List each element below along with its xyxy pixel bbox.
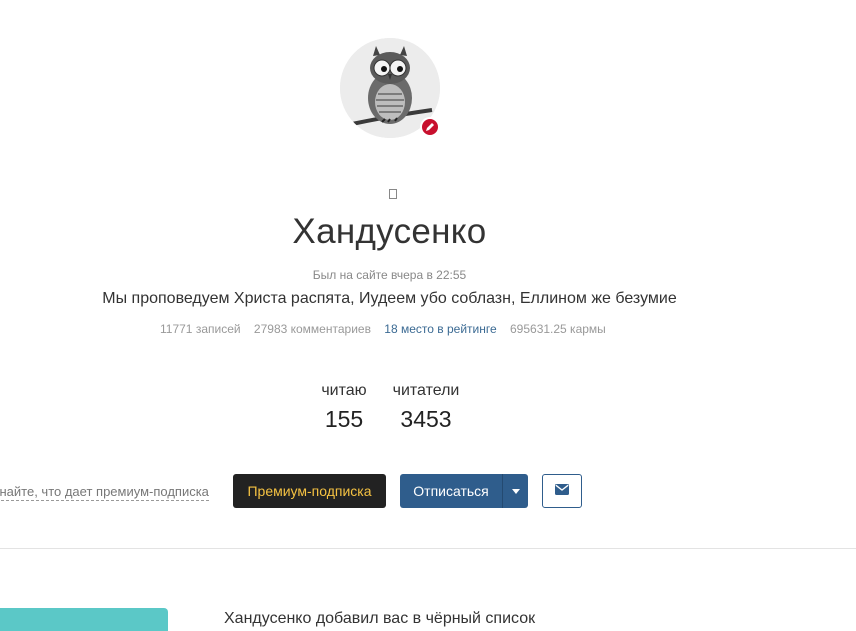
page-title: Хандусенко: [292, 212, 487, 251]
pencil-icon[interactable]: [420, 117, 440, 137]
premium-info-text: Узнайте, что дает премиум-подписка: [0, 484, 209, 499]
followers-label: читатели: [392, 382, 460, 399]
profile-tagline: Мы проповедуем Христа распята, Иудеем уб…: [102, 290, 677, 307]
unsubscribe-dropdown-toggle[interactable]: [502, 474, 528, 508]
section-divider: [0, 548, 856, 549]
comments-count: 27983 комментариев: [253, 322, 371, 336]
envelope-icon: [555, 482, 569, 500]
sidebar-tab[interactable]: [0, 608, 168, 631]
rating-link[interactable]: 18 место в рейтинге: [384, 322, 496, 336]
posts-count: 11771 записей: [160, 322, 241, 336]
unsubscribe-button[interactable]: Отписаться: [400, 474, 502, 508]
karma-value: 695631.25 кармы: [510, 322, 606, 336]
premium-info-link[interactable]: Узнайте, что дает премиум-подписка: [0, 484, 209, 501]
following-count: 155: [324, 406, 364, 432]
avatar[interactable]: [340, 38, 440, 138]
blacklist-notice: Хандусенко добавил вас в чёрный список: [224, 610, 536, 627]
caret-down-icon: [511, 488, 520, 494]
send-message-button[interactable]: [542, 474, 582, 508]
followers-count: 3453: [400, 406, 452, 432]
followers-counter[interactable]: читатели 3453: [391, 382, 461, 433]
following-label: читаю: [321, 382, 367, 399]
last-seen-status: Был на сайте вчера в 22:55: [312, 268, 467, 282]
profile-stats: 11771 записей 27983 комментариев 18 мест…: [160, 322, 616, 336]
following-counter[interactable]: читаю 155: [320, 382, 368, 433]
placeholder-glyph-icon: [389, 189, 397, 199]
premium-subscription-button[interactable]: Премиум-подписка: [233, 474, 386, 508]
